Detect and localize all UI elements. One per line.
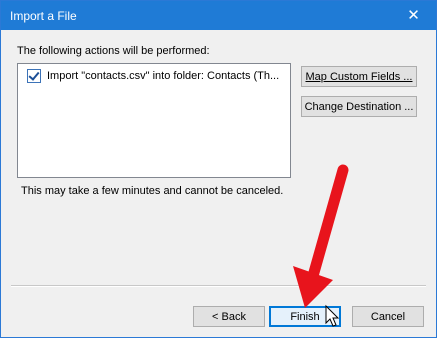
mouse-cursor-icon (325, 304, 340, 327)
